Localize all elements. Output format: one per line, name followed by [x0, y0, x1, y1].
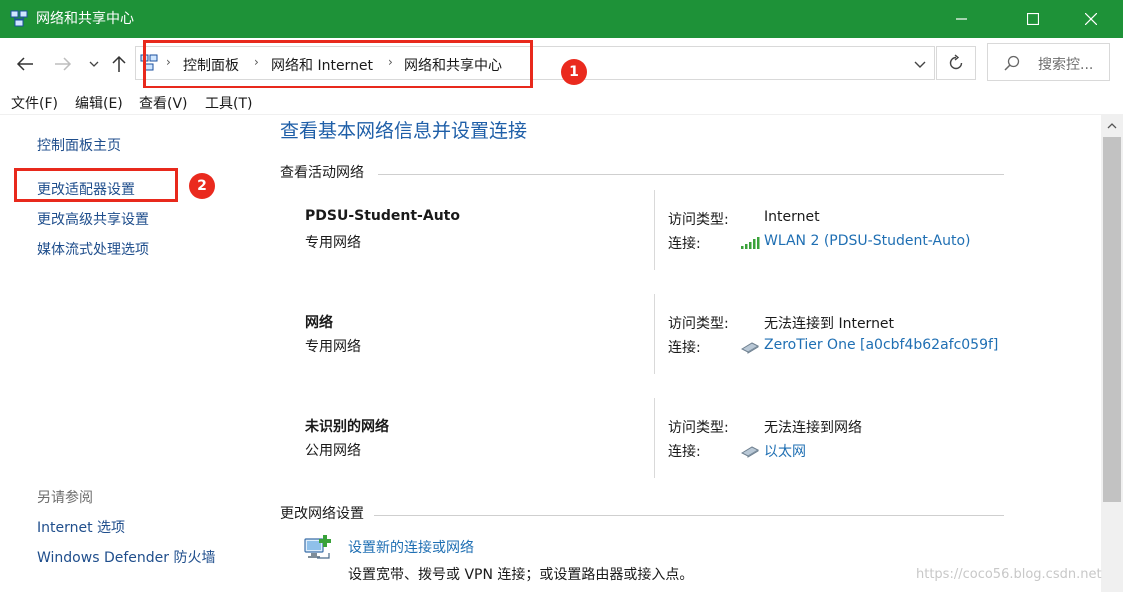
menu-bar: 文件(F) 编辑(E) 查看(V) 工具(T) [0, 88, 1123, 114]
sidebar-item-media-streaming[interactable]: 媒体流式处理选项 [37, 239, 149, 259]
page-title: 查看基本网络信息并设置连接 [280, 120, 528, 142]
menu-tools[interactable]: 工具(T) [205, 93, 252, 113]
access-type-value: 无法连接到网络 [764, 420, 862, 436]
chevron-down-icon[interactable] [912, 56, 928, 72]
title-bar: 网络和共享中心 [0, 0, 1123, 38]
menu-file[interactable]: 文件(F) [11, 93, 58, 113]
column-divider [654, 398, 655, 478]
access-type-label: 访问类型: [668, 316, 729, 332]
maximize-button[interactable] [1010, 0, 1056, 38]
access-type-value: 无法连接到 Internet [764, 316, 895, 332]
search-input[interactable]: 搜索控... [1038, 54, 1093, 74]
chevron-up-icon [1107, 122, 1117, 128]
connection-link-zerotier[interactable]: ZeroTier One [a0cbf4b62afc059f] [764, 337, 998, 353]
watermark-text: https://coco56.blog.csdn.net [916, 567, 1102, 582]
search-icon [1004, 55, 1020, 71]
column-divider [654, 294, 655, 374]
network-name: PDSU-Student-Auto [305, 208, 460, 224]
setup-description: 设置宽带、拨号或 VPN 连接；或设置路由器或接入点。 [348, 567, 694, 583]
new-connection-icon [304, 535, 331, 559]
annotation-marker-1: 1 [561, 59, 587, 85]
arrow-left-icon [16, 57, 33, 71]
connection-link-wlan[interactable]: WLAN 2 (PDSU-Student-Auto) [764, 233, 971, 249]
change-settings-heading: 更改网络设置 [280, 506, 364, 522]
close-button[interactable] [1068, 0, 1114, 38]
refresh-button[interactable] [936, 46, 976, 80]
chevron-down-icon [89, 61, 99, 67]
maximize-icon [1027, 13, 1039, 25]
menu-view[interactable]: 查看(V) [139, 93, 188, 113]
see-also-heading: 另请参阅 [37, 490, 93, 506]
menu-edit[interactable]: 编辑(E) [75, 93, 123, 113]
up-button[interactable] [107, 52, 131, 76]
network-category: 专用网络 [305, 339, 361, 355]
minimize-button[interactable] [939, 0, 985, 38]
network-name: 网络 [305, 315, 333, 331]
access-type-value: Internet [764, 209, 820, 225]
scroll-up-button[interactable] [1101, 115, 1123, 135]
annotation-marker-2: 2 [189, 173, 215, 199]
sidebar-item-control-panel-home[interactable]: 控制面板主页 [37, 135, 121, 155]
arrow-up-icon [112, 55, 126, 72]
connection-label: 连接: [668, 340, 701, 356]
ethernet-adapter-icon [740, 446, 760, 458]
connection-label: 连接: [668, 444, 701, 460]
section-divider [378, 174, 1004, 175]
network-name: 未识别的网络 [305, 419, 389, 435]
window-title: 网络和共享中心 [36, 11, 134, 27]
access-type-label: 访问类型: [668, 420, 729, 436]
section-divider [374, 515, 1004, 516]
setup-new-connection-link[interactable]: 设置新的连接或网络 [348, 537, 474, 557]
annotation-box-1 [143, 40, 533, 89]
arrow-right-icon [55, 57, 72, 71]
connection-label: 连接: [668, 236, 701, 252]
network-category: 专用网络 [305, 235, 361, 251]
minimize-icon [956, 18, 967, 20]
sidebar-item-internet-options[interactable]: Internet 选项 [37, 517, 125, 537]
back-button[interactable] [13, 52, 37, 76]
annotation-box-2 [14, 168, 178, 202]
sidebar-item-advanced-sharing[interactable]: 更改高级共享设置 [37, 209, 149, 229]
active-networks-heading: 查看活动网络 [280, 165, 364, 181]
column-divider [654, 190, 655, 270]
close-icon [1085, 13, 1097, 25]
divider [0, 114, 1123, 115]
network-category: 公用网络 [305, 443, 361, 459]
search-box[interactable]: 搜索控... [987, 43, 1110, 81]
connection-link-ethernet[interactable]: 以太网 [764, 441, 806, 461]
scrollbar-thumb[interactable] [1103, 137, 1121, 502]
access-type-label: 访问类型: [668, 212, 729, 228]
ethernet-adapter-icon [740, 342, 760, 354]
wifi-signal-icon [741, 237, 760, 249]
refresh-icon [949, 54, 963, 70]
sidebar-item-defender-firewall[interactable]: Windows Defender 防火墙 [37, 547, 215, 567]
forward-button[interactable] [51, 52, 75, 76]
network-center-icon [10, 10, 28, 27]
recent-locations-button[interactable] [82, 52, 106, 76]
